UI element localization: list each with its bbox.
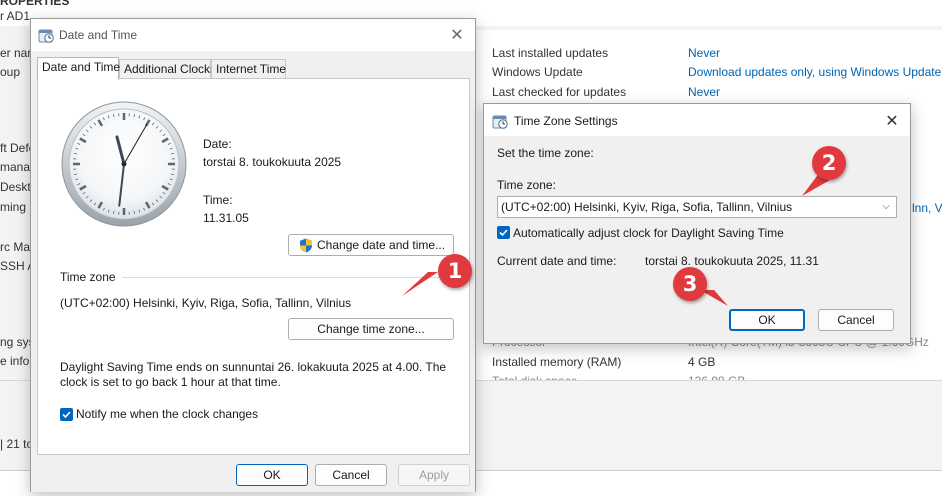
change-time-zone-button[interactable]: Change time zone... [288, 318, 454, 340]
uac-shield-icon [300, 238, 312, 253]
date-time-titlebar[interactable]: Date and Time ✕ [31, 19, 475, 51]
time-zone-heading: Time zone [60, 270, 116, 284]
bg-left-item[interactable]: e info [0, 354, 29, 368]
chevron-down-icon: ⌵ [882, 201, 890, 212]
tz-ok-button[interactable]: OK [729, 309, 805, 331]
dst-auto-label[interactable]: Automatically adjust clock for Daylight … [513, 226, 784, 240]
dst-info-line-2: clock is set to go back 1 hour at that t… [60, 375, 281, 389]
ok-button[interactable]: OK [236, 464, 308, 486]
close-icon[interactable]: ✕ [449, 25, 465, 44]
tz-zone-label: Time zone: [497, 178, 556, 192]
callout-badge-2: 2 [812, 146, 846, 180]
current-datetime-value: torstai 8. toukokuuta 2025, 11.31 [645, 254, 819, 268]
tz-cancel-button[interactable]: Cancel [818, 309, 894, 331]
windows-update-link[interactable]: Download updates only, using Windows Upd… [688, 65, 941, 79]
last-checked-updates-link[interactable]: Never [688, 85, 720, 99]
date-time-dialog: Date and Time ✕ Date and Time Additional… [30, 18, 476, 492]
tab-additional-clocks[interactable]: Additional Clocks [119, 59, 216, 79]
bg-left-item[interactable]: Deskt [0, 180, 31, 194]
callout-badge-3: 3 [673, 267, 707, 301]
background-title: ROPERTIES [0, 0, 70, 8]
time-zone-select[interactable]: (UTC+02:00) Helsinki, Kyiv, Riga, Sofia,… [497, 196, 897, 218]
close-icon[interactable]: ✕ [884, 111, 900, 130]
tab-internet-time[interactable]: Internet Time [211, 59, 286, 79]
bg-left-item[interactable]: ming [0, 200, 26, 214]
time-zone-settings-dialog: Time Zone Settings ✕ Set the time zone: … [483, 103, 911, 344]
time-value: 11.31.05 [203, 211, 249, 225]
memory-value: 4 GB [688, 355, 716, 369]
tz-title: Time Zone Settings [514, 114, 618, 128]
tz-prompt: Set the time zone: [497, 146, 594, 160]
current-datetime-label: Current date and time: [497, 254, 617, 268]
tz-titlebar[interactable]: Time Zone Settings ✕ [484, 104, 910, 136]
checkmark-icon [62, 411, 71, 419]
background-server-name: r AD1 [0, 9, 31, 23]
bg-left-item[interactable]: er nan [0, 46, 34, 60]
last-installed-updates-link[interactable]: Never [688, 46, 720, 60]
memory-label: Installed memory (RAM) [492, 355, 622, 369]
windows-update-label: Windows Update [492, 65, 583, 79]
bg-left-item[interactable]: mana [0, 160, 30, 174]
apply-button[interactable]: Apply [398, 464, 470, 486]
background-events-count: | 21 to [0, 437, 34, 451]
dst-auto-checkbox[interactable] [497, 226, 510, 239]
last-installed-updates-label: Last installed updates [492, 46, 609, 60]
change-date-time-label: Change date and time... [317, 238, 446, 252]
checkmark-icon [499, 229, 508, 237]
notify-checkbox[interactable] [60, 408, 73, 421]
date-time-tab-page: Date: torstai 8. toukokuuta 2025 Time: 1… [37, 78, 470, 455]
bg-left-item[interactable]: oup [0, 65, 20, 79]
clock-app-icon [38, 29, 54, 43]
callout-badge-1: 1 [438, 254, 472, 288]
tab-date-and-time[interactable]: Date and Time [37, 57, 120, 80]
analog-clock [61, 101, 187, 227]
callout-arrow-1 [402, 272, 438, 296]
date-label: Date: [203, 137, 232, 151]
clock-app-icon [492, 115, 508, 129]
last-checked-updates-label: Last checked for updates [492, 85, 627, 99]
callout-arrow-3 [700, 290, 728, 306]
time-label: Time: [203, 193, 233, 207]
dialog-footer: OK Cancel Apply [31, 456, 475, 492]
notify-label[interactable]: Notify me when the clock changes [76, 407, 258, 421]
date-time-title: Date and Time [59, 28, 138, 42]
cancel-button[interactable]: Cancel [315, 464, 387, 486]
change-date-time-button[interactable]: Change date and time... [288, 234, 454, 256]
background-timezone-link[interactable]: lnn, Vi [912, 201, 942, 215]
dst-info-line-1: Daylight Saving Time ends on sunnuntai 2… [60, 360, 447, 374]
time-zone-selected-value: (UTC+02:00) Helsinki, Kyiv, Riga, Sofia,… [501, 200, 793, 214]
time-zone-value: (UTC+02:00) Helsinki, Kyiv, Riga, Sofia,… [60, 296, 352, 310]
date-value: torstai 8. toukokuuta 2025 [203, 155, 342, 169]
